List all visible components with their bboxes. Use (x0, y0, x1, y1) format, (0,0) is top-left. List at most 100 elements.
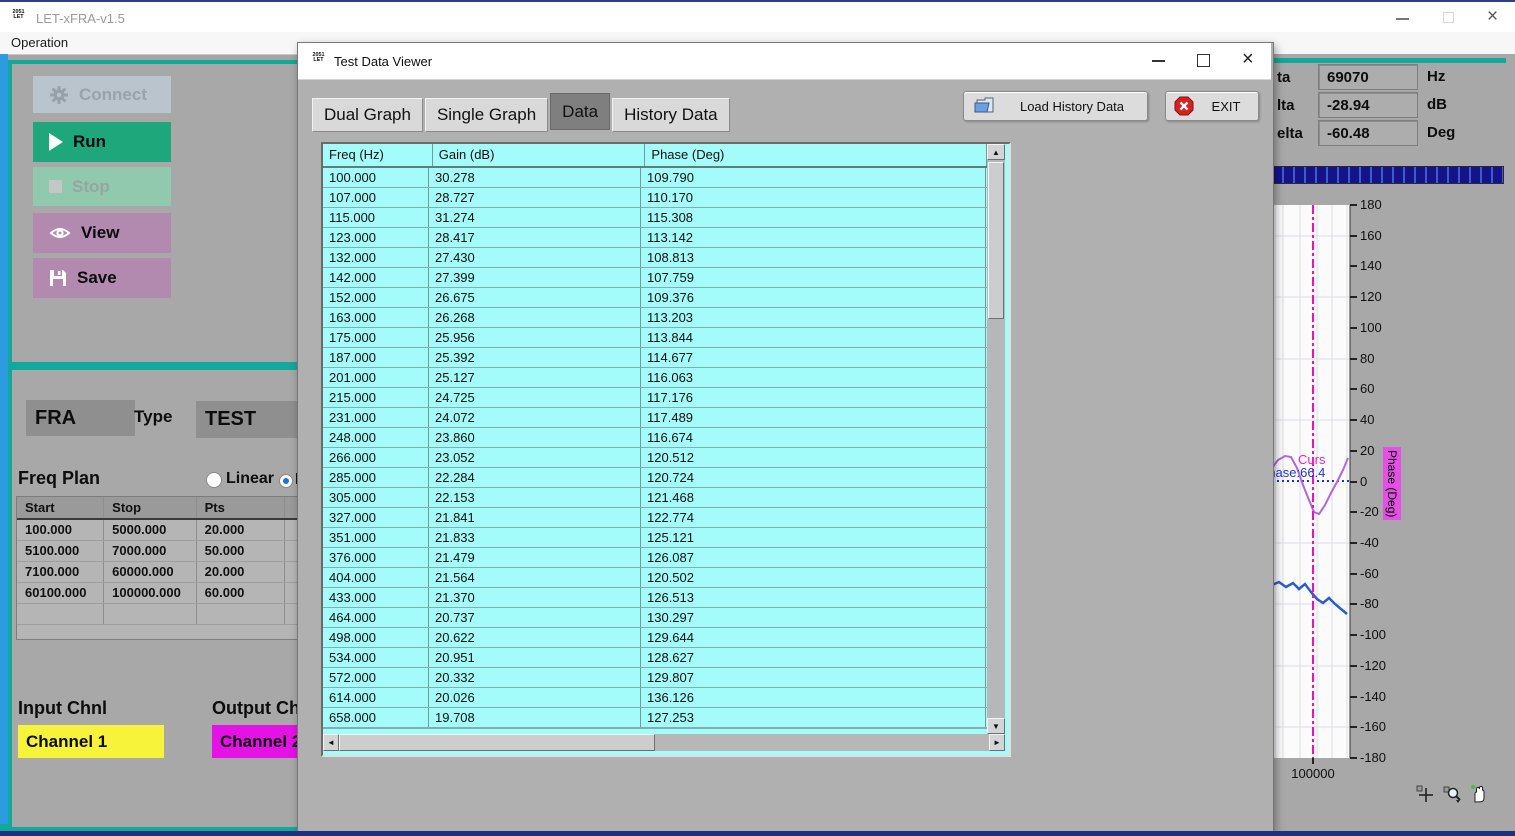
menu-operation[interactable]: Operation (11, 35, 68, 50)
y-tick-label: 80 (1360, 351, 1374, 366)
cell: 136.126 (641, 688, 986, 707)
maximize-icon[interactable] (1443, 12, 1454, 23)
table-row: 534.00020.951128.627 (323, 648, 987, 668)
y-tick-label: -20 (1360, 504, 1379, 519)
table-row: 351.00021.833125.121 (323, 528, 987, 548)
cell: 19.708 (429, 708, 641, 727)
fp-row: 5100.0007000.00050.000 (17, 541, 299, 562)
readout-unit: Hz (1427, 68, 1445, 85)
fp-cell[interactable] (17, 604, 104, 624)
y-tick-mark (1350, 358, 1357, 360)
fp-cell[interactable]: 20.000 (197, 520, 285, 540)
run-button[interactable]: Run (33, 122, 171, 162)
cell: 28.417 (429, 228, 641, 247)
fp-cell[interactable] (104, 604, 196, 624)
fp-cell[interactable]: 5100.000 (17, 541, 104, 561)
fp-cell[interactable]: 60000.000 (104, 562, 196, 582)
fp-cell[interactable]: 60.000 (197, 583, 285, 603)
column-header[interactable]: Freq (Hz) (323, 144, 433, 166)
y-tick-label: 40 (1360, 412, 1374, 427)
column-header[interactable]: Gain (dB) (433, 144, 646, 166)
zoom-tool-icon[interactable] (1443, 785, 1462, 803)
scroll-down-icon[interactable]: ▼ (987, 718, 1005, 734)
y-tick-label: -80 (1360, 596, 1379, 611)
cell: 24.072 (429, 408, 641, 427)
cell: 21.370 (429, 588, 641, 607)
dialog-minimize-icon[interactable] (1152, 60, 1165, 62)
tab-data[interactable]: Data (550, 93, 610, 130)
view-button[interactable]: View (33, 213, 171, 253)
minimize-icon[interactable] (1396, 18, 1409, 20)
y-tick-mark (1350, 511, 1357, 513)
table-row: 123.00028.417113.142 (323, 228, 987, 248)
input-channel-select[interactable]: Channel 1 (18, 725, 164, 758)
fp-cell[interactable]: 5000.000 (104, 520, 196, 540)
load-history-data-button[interactable]: Load History Data (963, 91, 1148, 121)
y-tick-mark (1350, 296, 1357, 298)
cursor-tool-icon[interactable] (1416, 785, 1434, 803)
tab-dual-graph[interactable]: Dual Graph (312, 98, 423, 132)
fp-cell[interactable]: 100000.000 (104, 583, 196, 603)
readout-unit: dB (1427, 96, 1447, 113)
cell: 22.153 (429, 488, 641, 507)
table-row: 285.00022.284120.724 (323, 468, 987, 488)
stop-label: Stop (72, 177, 110, 197)
stop-button[interactable]: Stop (33, 167, 171, 206)
connect-label: Connect (79, 85, 147, 105)
readout-unit: Deg (1427, 124, 1455, 141)
cell: 28.727 (429, 188, 641, 207)
fp-cell[interactable]: 60100.000 (17, 583, 104, 603)
fp-row: 100.0005000.00020.000 (17, 520, 299, 541)
tab-history-data[interactable]: History Data (612, 98, 730, 132)
tab-single-graph[interactable]: Single Graph (425, 98, 548, 132)
fp-cell[interactable]: 50.000 (197, 541, 285, 561)
h-scrollbar[interactable]: ◄ ► (323, 734, 1005, 751)
readout-value: -28.94 (1318, 92, 1418, 118)
y-tick-mark (1350, 726, 1357, 728)
cell: 24.725 (429, 388, 641, 407)
dialog-close-icon[interactable]: × (1242, 48, 1254, 71)
cell: 125.121 (641, 528, 986, 547)
y-tick-mark (1350, 419, 1357, 421)
connect-button[interactable]: Connect (33, 76, 171, 113)
freq-plan-table[interactable]: StartStopPts 100.0005000.00020.0005100.0… (16, 496, 300, 640)
y-tick-label: 60 (1360, 381, 1374, 396)
fp-column-header: Start (17, 497, 104, 518)
radio-linear-label[interactable]: Linear (226, 470, 274, 488)
fp-cell[interactable]: 100.000 (17, 520, 104, 540)
fp-cell[interactable] (197, 604, 285, 624)
readout-label: lta (1277, 97, 1295, 114)
dialog-maximize-icon[interactable] (1197, 54, 1210, 67)
table-row: 163.00026.268113.203 (323, 308, 987, 328)
radio-linear[interactable] (206, 472, 222, 488)
input-chnl-label: Input Chnl (18, 698, 107, 719)
radio-log-selected[interactable] (279, 474, 293, 488)
h-scroll-thumb[interactable] (339, 734, 655, 751)
exit-button[interactable]: EXIT (1165, 91, 1259, 121)
v-scrollbar[interactable]: ▲ ▼ (987, 144, 1005, 734)
cell: 266.000 (323, 448, 429, 467)
scroll-up-icon[interactable]: ▲ (987, 144, 1005, 160)
y-tick-label: -140 (1360, 689, 1386, 704)
fp-cell[interactable]: 20.000 (197, 562, 285, 582)
cell: 116.063 (641, 368, 986, 387)
y-tick-mark (1350, 265, 1357, 267)
phase-axis-label: Phase (Deg) (1383, 447, 1401, 520)
fp-cell[interactable]: 7000.000 (104, 541, 196, 561)
window-title: LET-xFRA-v1.5 (36, 11, 125, 26)
pan-hand-tool-icon[interactable] (1470, 784, 1488, 803)
close-icon[interactable]: × (1487, 6, 1498, 28)
y-tick-mark (1350, 481, 1357, 483)
fp-cell[interactable]: 7100.000 (17, 562, 104, 582)
scroll-left-icon[interactable]: ◄ (323, 734, 339, 751)
view-label: View (81, 223, 119, 243)
scroll-right-icon[interactable]: ► (989, 734, 1005, 751)
cell: 31.274 (429, 208, 641, 227)
save-button[interactable]: Save (33, 258, 171, 298)
app-logo-icon: 2051 LET (10, 10, 27, 26)
x-tick-mark (1312, 758, 1314, 764)
column-header[interactable]: Phase (Deg) (645, 144, 987, 166)
y-tick-label: 140 (1360, 258, 1382, 273)
y-tick-mark (1350, 757, 1357, 759)
v-scroll-thumb[interactable] (988, 162, 1004, 319)
